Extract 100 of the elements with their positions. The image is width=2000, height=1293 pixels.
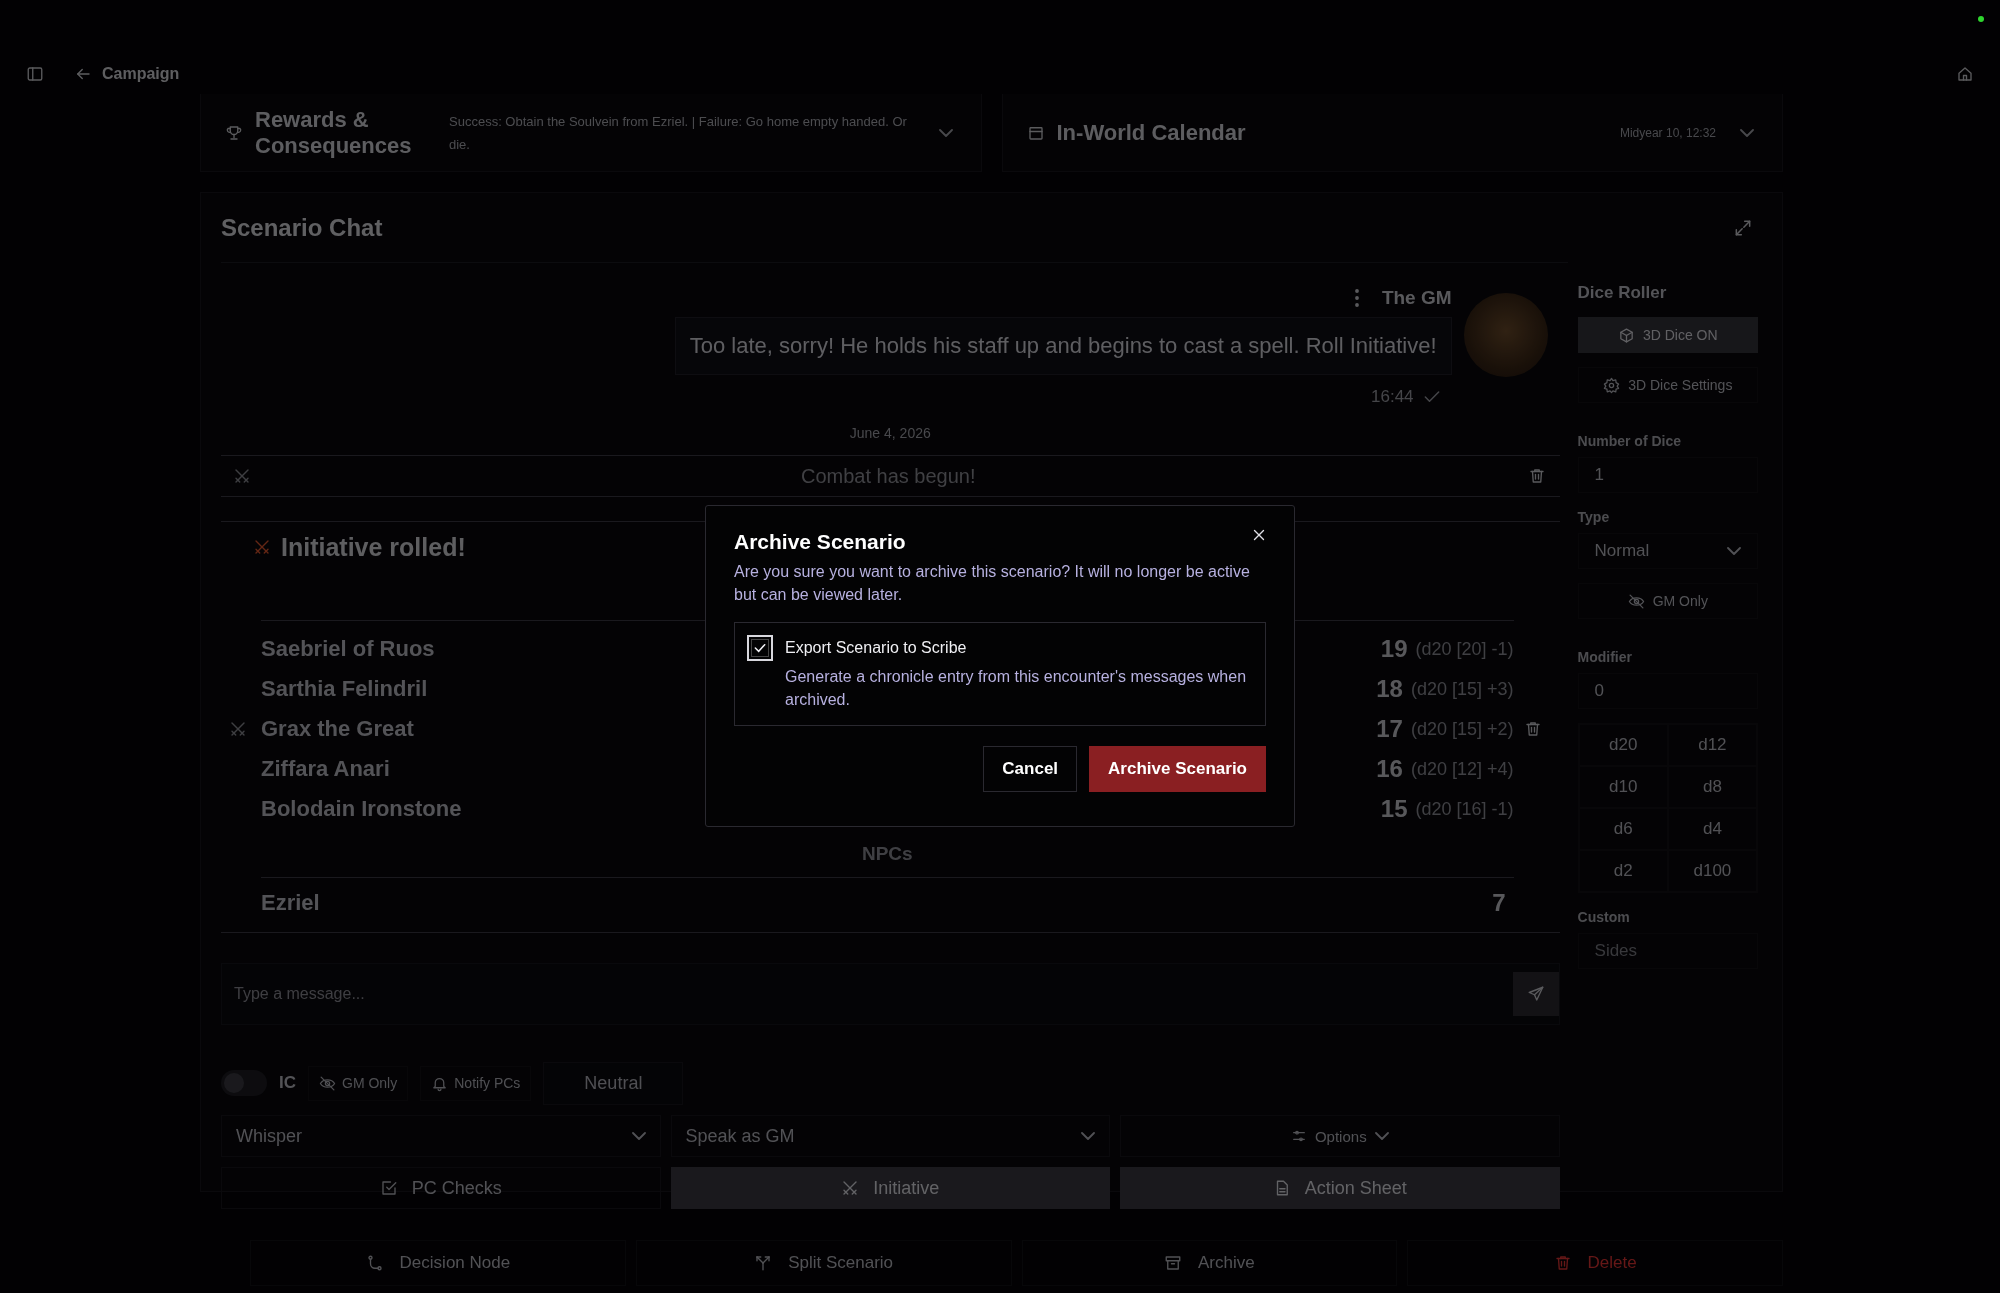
tone-button[interactable]: Neutral — [543, 1061, 684, 1105]
section-heading: NPCs — [261, 833, 1514, 878]
combatant-name: Bolodain Ironstone — [261, 796, 462, 822]
card-title: In-World Calendar — [1056, 119, 1246, 146]
trash-icon — [1527, 467, 1546, 485]
trophy-icon — [225, 123, 243, 142]
notify-button[interactable]: Notify PCs — [420, 1065, 532, 1101]
action-button[interactable]: Initiative — [670, 1167, 1111, 1209]
settings-button[interactable]: 3D Dice Settings — [1577, 367, 1758, 403]
status-indicator — [1978, 16, 1984, 22]
branch-icon — [365, 1254, 384, 1272]
trash-icon — [1553, 1254, 1572, 1272]
roll-detail: (d20 [12] +4) — [1410, 758, 1514, 780]
caret-icon — [1727, 547, 1741, 555]
roll-detail: (d20 [20] -1) — [1415, 638, 1514, 660]
dialog-button[interactable]: Cancel — [983, 746, 1078, 792]
system-message: Combat has begun! — [800, 464, 977, 488]
message-time: 16:44 — [1371, 387, 1414, 407]
initiative-title: Initiative rolled! — [281, 532, 466, 562]
roll-detail: (d20 [15] +2) — [1410, 718, 1514, 740]
field-label: Modifier — [1577, 649, 1633, 665]
panel-title: Scenario Chat — [221, 213, 383, 242]
crossed-swords-icon — [253, 538, 271, 556]
crossed-swords-icon — [229, 720, 247, 738]
initiative-total: 7 — [1492, 889, 1506, 917]
send-icon — [1526, 985, 1545, 1003]
gm-only-button[interactable]: GM Only — [1577, 583, 1758, 619]
initiative-total: 18 — [1376, 675, 1403, 703]
initiative-total: 16 — [1376, 755, 1403, 783]
initiative-total: 17 — [1376, 715, 1403, 743]
field-label: Number of Dice — [1577, 433, 1682, 449]
options-button[interactable]: Options — [1120, 1115, 1560, 1157]
calendar-date: Midyear 10, 12:32 — [1619, 125, 1716, 140]
sidebar-toggle-icon — [26, 65, 44, 83]
combatant-name: Sarthia Felindril — [261, 676, 428, 702]
caret-icon — [938, 128, 953, 137]
combatant-name: Saebriel of Ruos — [261, 636, 435, 662]
send-button[interactable] — [1512, 972, 1559, 1016]
select-field[interactable]: Whisper — [221, 1115, 661, 1157]
dialog-message: Are you sure you want to archive this scenario? It will no longer be active but can be viewed later. — [734, 562, 1251, 605]
action-button[interactable]: Action Sheet — [1120, 1167, 1560, 1209]
message-input[interactable]: Type a message... — [234, 974, 1513, 1014]
type-select[interactable]: Normal — [1577, 533, 1758, 569]
field-label: Custom — [1577, 909, 1631, 925]
section-title: Dice Roller — [1577, 283, 1668, 303]
card-description: Success: Obtain the Soulvein from Ezriel. | Failure: Go home empty handed. Or die. — [449, 112, 908, 154]
combatant-name: Ziffara Anari — [261, 756, 390, 782]
die-button[interactable]: d2 — [1578, 850, 1668, 892]
dialog-button[interactable]: Archive Scenario — [1089, 746, 1266, 792]
trash-icon — [1523, 720, 1542, 738]
die-button[interactable]: d12 — [1667, 724, 1757, 766]
initiative-total: 19 — [1380, 635, 1408, 663]
die-button[interactable]: d4 — [1667, 808, 1757, 850]
more-icon — [1354, 289, 1359, 307]
footer-button[interactable]: Decision Node — [250, 1240, 626, 1286]
modifier-field[interactable]: 0 — [1577, 673, 1758, 709]
select-field[interactable]: Speak as GM — [670, 1115, 1111, 1157]
footer-button[interactable]: Archive — [1021, 1240, 1398, 1286]
caret-icon — [631, 1132, 646, 1140]
message-bubble: Too late, sorry! He holds his staff up and begins to cast a spell. Roll Initiative! — [674, 317, 1452, 375]
checkbox[interactable] — [747, 635, 773, 661]
toggle-label: IC — [279, 1073, 296, 1093]
sliders-icon — [1290, 1128, 1307, 1144]
home-icon — [1956, 65, 1974, 83]
eye-off-icon — [319, 1074, 336, 1092]
card-title: Rewards & Consequences — [255, 106, 413, 159]
caret-icon — [1740, 128, 1754, 137]
roll-detail: (d20 [16] -1) — [1415, 798, 1514, 820]
action-button[interactable]: PC Checks — [221, 1167, 661, 1209]
die-button[interactable]: d100 — [1667, 850, 1757, 892]
cube-icon — [1617, 326, 1635, 344]
checkbox-icon — [379, 1179, 398, 1197]
field-label: Type — [1577, 509, 1611, 525]
toggle-switch[interactable] — [221, 1070, 267, 1096]
dialog-title: Archive Scenario — [734, 530, 907, 554]
dice-3d-button[interactable]: 3D Dice ON — [1577, 317, 1758, 353]
date-divider: June 4, 2026 — [848, 425, 932, 441]
die-button[interactable]: d8 — [1667, 766, 1757, 808]
split-arrows-icon — [754, 1254, 773, 1272]
initiative-total: 15 — [1380, 795, 1408, 823]
option-label: Export Scenario to Scribe — [785, 639, 968, 657]
die-button[interactable]: d10 — [1578, 766, 1668, 808]
caret-icon — [1374, 1132, 1389, 1140]
crossed-swords-icon — [233, 467, 251, 485]
die-button[interactable]: d6 — [1578, 808, 1668, 850]
back-link[interactable]: Campaign — [74, 65, 180, 83]
option-description: Generate a chronicle entry from this encounter's messages when archived. — [785, 667, 1248, 710]
gm-only-button[interactable]: GM Only — [308, 1065, 409, 1101]
archive-icon — [1164, 1254, 1183, 1272]
message-author: The GM — [1381, 287, 1452, 309]
combatant-name: Grax the Great — [261, 716, 414, 742]
settings-icon — [1603, 376, 1621, 394]
roll-detail: (d20 [15] +3) — [1410, 678, 1514, 700]
message-field[interactable]: Type a message... — [221, 963, 1560, 1025]
footer-button[interactable]: Split Scenario — [635, 1240, 1012, 1286]
eye-off-icon — [1627, 592, 1645, 610]
footer-button[interactable]: Delete — [1407, 1240, 1783, 1286]
number-field[interactable]: 1 — [1577, 457, 1758, 493]
crossed-swords-icon — [841, 1179, 860, 1197]
die-button[interactable]: d20 — [1578, 724, 1668, 766]
